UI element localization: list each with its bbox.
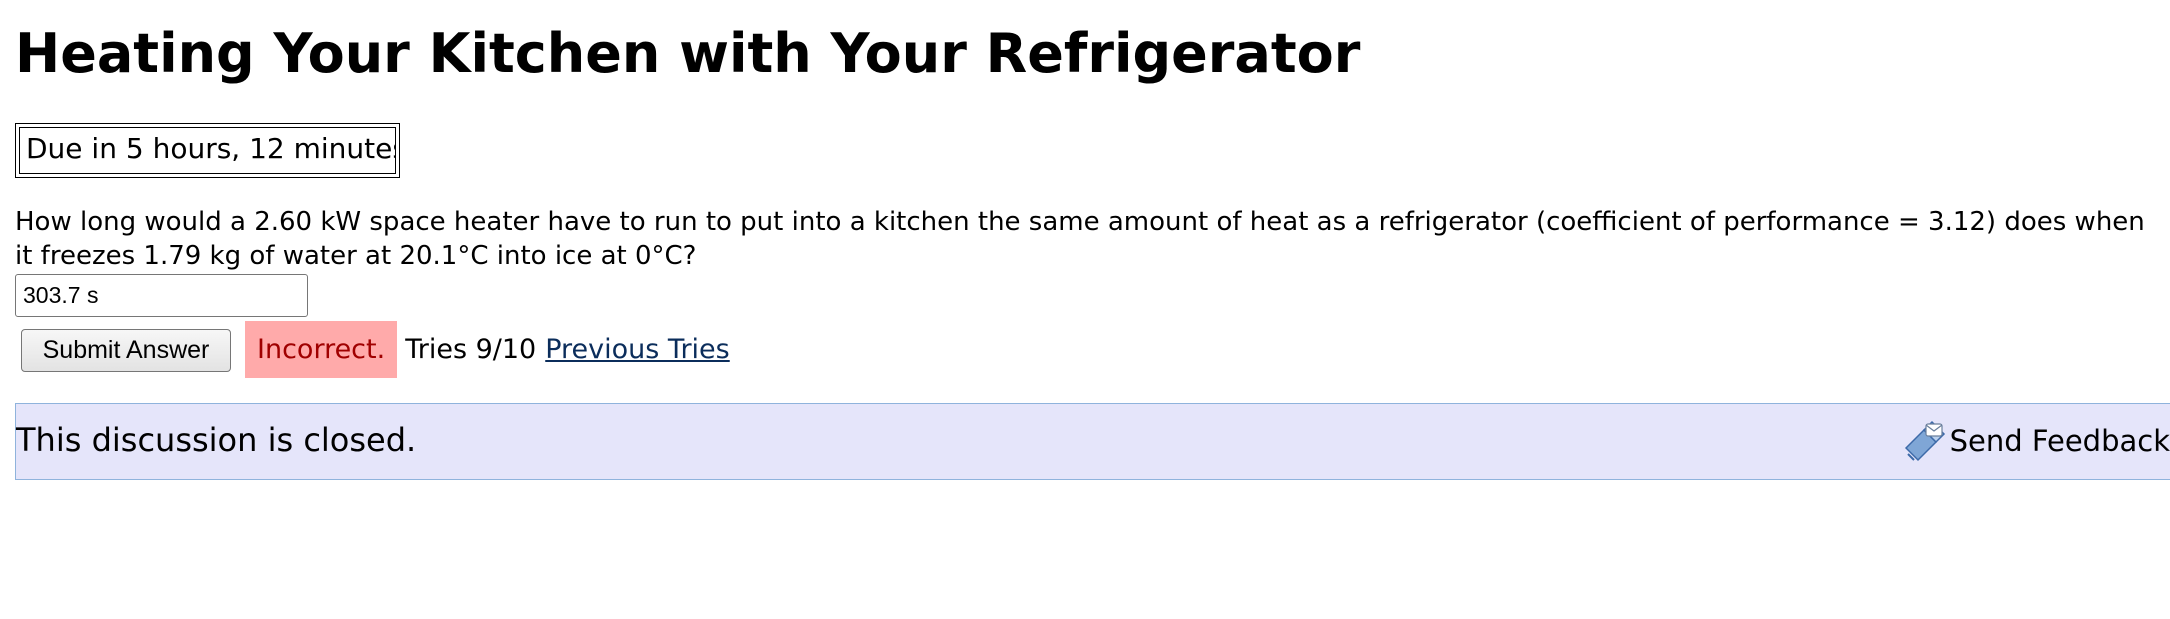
- problem-page: Heating Your Kitchen with Your Refrigera…: [0, 0, 2170, 619]
- page-title: Heating Your Kitchen with Your Refrigera…: [15, 22, 1361, 85]
- tries-count: Tries 9/10: [405, 334, 537, 365]
- discussion-bar: This discussion is closed. Send Feedback: [15, 403, 2170, 480]
- due-date-label: Due in 5 hours, 12 minutes: [19, 127, 396, 174]
- feedback-icon: [1902, 418, 1948, 464]
- submission-status: Incorrect. Tries 9/10 Previous Tries: [245, 321, 730, 378]
- answer-input[interactable]: [15, 274, 308, 317]
- previous-tries-link[interactable]: Previous Tries: [545, 321, 730, 378]
- submit-answer-button[interactable]: Submit Answer: [21, 329, 231, 372]
- question-text: How long would a 2.60 kW space heater ha…: [15, 207, 2145, 271]
- discussion-status: This discussion is closed.: [16, 421, 417, 459]
- send-feedback-button[interactable]: Send Feedback: [1902, 404, 2170, 478]
- due-date-box: Due in 5 hours, 12 minutes: [15, 123, 400, 178]
- incorrect-badge: Incorrect.: [245, 321, 398, 378]
- send-feedback-label: Send Feedback: [1949, 424, 2170, 458]
